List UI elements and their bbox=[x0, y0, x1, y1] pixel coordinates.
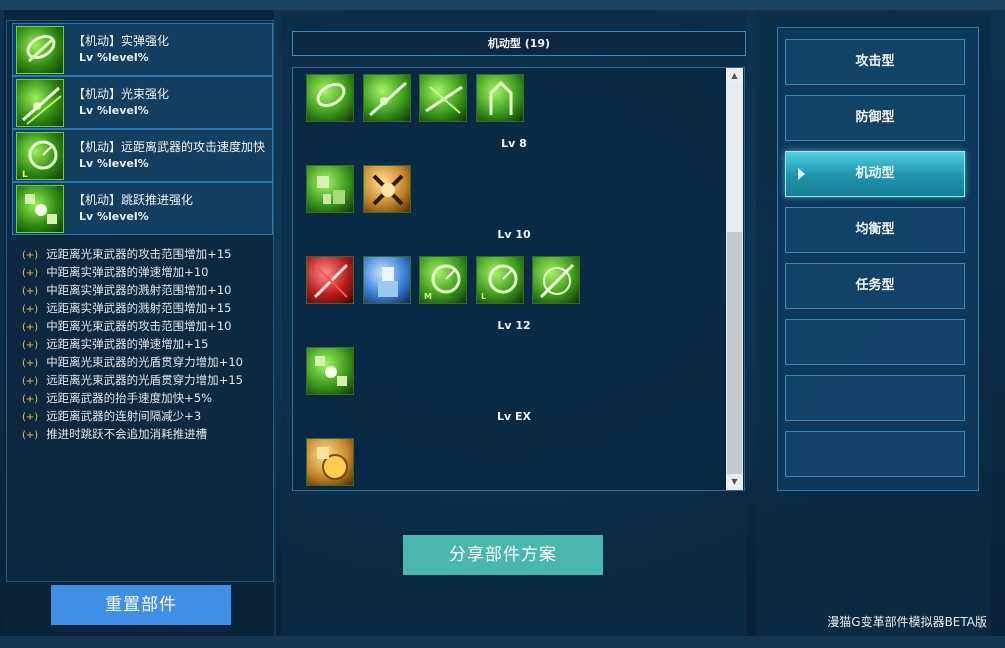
type-tab-mobility[interactable]: 机动型 bbox=[785, 151, 965, 197]
type-tab-mission[interactable]: 任务型 bbox=[785, 263, 965, 309]
scroll-thumb[interactable] bbox=[727, 232, 742, 474]
part-gold-shield-icon[interactable] bbox=[363, 165, 411, 213]
scroll-track[interactable] bbox=[726, 84, 743, 474]
app-footer-title: 漫猫G变革部件模拟器BETA版 bbox=[827, 615, 987, 629]
bonus-item: (+) 远距离光束武器的光盾贯穿力增加+15 bbox=[22, 373, 243, 387]
bottom-bar bbox=[0, 636, 1005, 648]
bonus-item: (+) 中距离光束武器的攻击范围增加+10 bbox=[22, 319, 232, 333]
equipped-part-name: 【机动】实弹强化 bbox=[73, 34, 170, 48]
bullet-boost-icon bbox=[16, 26, 64, 74]
parts-list-scrollbar[interactable]: ▲ ▼ bbox=[726, 68, 743, 490]
level-label: Lv 10 bbox=[497, 228, 531, 241]
equipped-part-2[interactable]: 【机动】光束强化 Lv %level% bbox=[12, 76, 273, 129]
reset-parts-button[interactable]: 重置部件 bbox=[51, 585, 231, 625]
type-tab-empty-1[interactable] bbox=[785, 319, 965, 365]
bonus-item: (+) 中距离实弹武器的弹速增加+10 bbox=[22, 265, 209, 279]
equipped-part-name: 【机动】远距离武器的攻击速度加快 bbox=[73, 140, 266, 154]
equipped-part-level: Lv %level% bbox=[79, 210, 149, 223]
part-red-laser-icon[interactable] bbox=[306, 256, 354, 304]
part-beam-cross-icon[interactable] bbox=[419, 74, 467, 122]
size-badge-m: M bbox=[424, 292, 432, 301]
equipped-part-name: 【机动】光束强化 bbox=[73, 87, 170, 101]
equipped-part-3[interactable]: L 【机动】远距离武器的攻击速度加快 Lv %level% bbox=[12, 129, 273, 182]
part-gauge-l-icon[interactable]: L bbox=[476, 256, 524, 304]
bonus-item: (+) 远距离武器的连射间隔减少+3 bbox=[22, 409, 202, 423]
type-tab-empty-3[interactable] bbox=[785, 431, 965, 477]
equipped-part-name: 【机动】跳跃推进强化 bbox=[73, 193, 194, 207]
type-tab-defense[interactable]: 防御型 bbox=[785, 95, 965, 141]
top-bar bbox=[0, 0, 1005, 10]
level-label: Lv EX bbox=[496, 410, 531, 423]
bonus-item: (+) 远距离实弹武器的溅射范围增加+15 bbox=[22, 301, 232, 315]
size-badge-l: L bbox=[481, 292, 487, 301]
level-label: Lv 8 bbox=[501, 137, 527, 150]
equipped-part-4[interactable]: 【机动】跳跃推进强化 Lv %level% bbox=[12, 182, 273, 235]
type-tab-attack[interactable]: 攻击型 bbox=[785, 39, 965, 85]
jump-thruster-icon bbox=[16, 185, 64, 233]
selected-arrow-icon bbox=[798, 168, 805, 180]
bonus-item: (+) 推进时跳跃不会追加消耗推进槽 bbox=[22, 427, 208, 441]
equipped-part-level: Lv %level% bbox=[79, 157, 149, 170]
level-label: Lv 12 bbox=[497, 319, 531, 332]
category-title: 机动型 (19) bbox=[292, 31, 746, 56]
part-jump-icon[interactable] bbox=[476, 74, 524, 122]
part-crosshair-icon[interactable] bbox=[532, 256, 580, 304]
equipped-part-level: Lv %level% bbox=[79, 104, 149, 117]
bonus-item: (+) 中距离光束武器的光盾贯穿力增加+10 bbox=[22, 355, 243, 369]
equipped-part-level: Lv %level% bbox=[79, 51, 149, 64]
scroll-up-icon[interactable]: ▲ bbox=[726, 68, 743, 84]
type-tab-label: 机动型 bbox=[855, 166, 895, 181]
share-parts-button[interactable]: 分享部件方案 bbox=[403, 535, 603, 575]
part-beam-icon[interactable] bbox=[363, 74, 411, 122]
part-gold-coin-icon[interactable] bbox=[306, 438, 354, 486]
bonus-list: (+) 远距离光束武器的攻击范围增加+15 (+) 中距离实弹武器的弹速增加+10 … bbox=[22, 246, 243, 444]
svg-text:L: L bbox=[22, 170, 28, 180]
part-boxes-icon[interactable] bbox=[306, 347, 354, 395]
part-gauge-m-icon[interactable]: M bbox=[419, 256, 467, 304]
bonus-item: (+) 远距离武器的抬手速度加快+5% bbox=[22, 391, 213, 405]
beam-boost-icon bbox=[16, 79, 64, 127]
equipped-part-1[interactable]: 【机动】实弹强化 Lv %level% bbox=[12, 23, 273, 76]
gauge-icon: L bbox=[16, 132, 64, 180]
bonus-item: (+) 远距离光束武器的攻击范围增加+15 bbox=[22, 247, 232, 261]
part-blue-mech-icon[interactable] bbox=[363, 256, 411, 304]
part-bullet-icon[interactable] bbox=[306, 74, 354, 122]
type-tab-empty-2[interactable] bbox=[785, 375, 965, 421]
bonus-item: (+) 中距离实弹武器的溅射范围增加+10 bbox=[22, 283, 232, 297]
bonus-item: (+) 远距离实弹武器的弹速增加+15 bbox=[22, 337, 209, 351]
part-mech-parts-icon[interactable] bbox=[306, 165, 354, 213]
type-tab-balanced[interactable]: 均衡型 bbox=[785, 207, 965, 253]
equipped-panel: 【机动】实弹强化 Lv %level% 【机动】光束强化 Lv %level% … bbox=[4, 10, 276, 636]
scroll-down-icon[interactable]: ▼ bbox=[726, 474, 743, 490]
